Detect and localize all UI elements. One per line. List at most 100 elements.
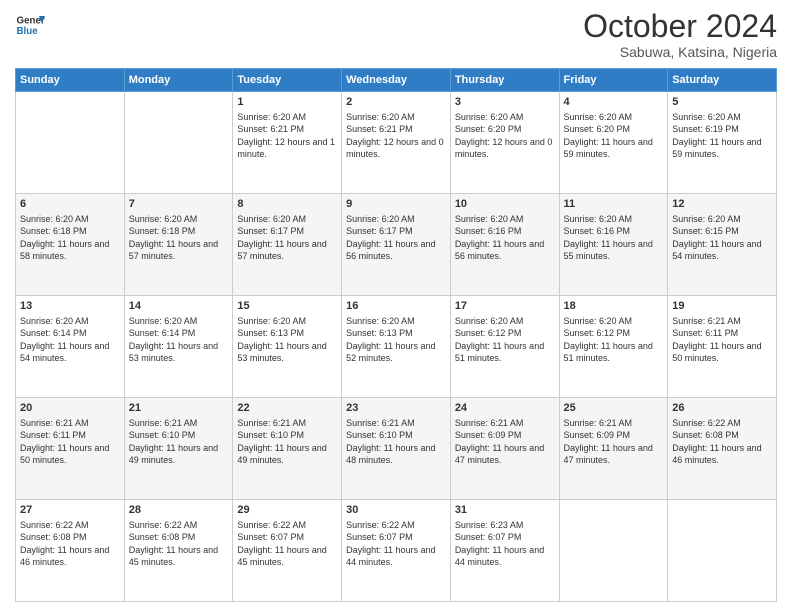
- calendar-row: 27 Sunrise: 6:22 AM Sunset: 6:08 PM Dayli…: [16, 500, 777, 602]
- table-row: 13Sunrise: 6:20 AM Sunset: 6:14 PM Dayli…: [16, 296, 125, 398]
- day-number: 19: [672, 299, 772, 313]
- day-info: Sunrise: 6:20 AM Sunset: 6:21 PM Dayligh…: [346, 111, 446, 160]
- day-number: 28: [129, 503, 229, 517]
- day-number: 1: [237, 95, 337, 109]
- table-row: 30 Sunrise: 6:22 AM Sunset: 6:07 PM Dayli…: [342, 500, 451, 602]
- day-number: 14: [129, 299, 229, 313]
- table-row: [668, 500, 777, 602]
- day-number: 23: [346, 401, 446, 415]
- day-info: Sunrise: 6:21 AM Sunset: 6:09 PM Dayligh…: [564, 417, 664, 466]
- day-number: 9: [346, 197, 446, 211]
- table-row: 14 Sunrise: 6:20 AM Sunset: 6:14 PM Dayli…: [124, 296, 233, 398]
- col-monday: Monday: [124, 69, 233, 92]
- day-info: Sunrise: 6:21 AM Sunset: 6:11 PM Dayligh…: [20, 417, 120, 466]
- day-info: Sunrise: 6:20 AM Sunset: 6:15 PM Dayligh…: [672, 213, 772, 262]
- table-row: 12 Sunrise: 6:20 AM Sunset: 6:15 PM Dayli…: [668, 194, 777, 296]
- table-row: 3 Sunrise: 6:20 AM Sunset: 6:20 PM Daylig…: [450, 92, 559, 194]
- day-number: 24: [455, 401, 555, 415]
- day-info: Sunrise: 6:20 AM Sunset: 6:20 PM Dayligh…: [564, 111, 664, 160]
- table-row: 20 Sunrise: 6:21 AM Sunset: 6:11 PM Dayli…: [16, 398, 125, 500]
- page: General Blue October 2024 Sabuwa, Katsin…: [0, 0, 792, 612]
- table-row: 17 Sunrise: 6:20 AM Sunset: 6:12 PM Dayli…: [450, 296, 559, 398]
- day-number: 25: [564, 401, 664, 415]
- day-number: 17: [455, 299, 555, 313]
- col-thursday: Thursday: [450, 69, 559, 92]
- svg-text:Blue: Blue: [17, 26, 39, 37]
- calendar-row: 20 Sunrise: 6:21 AM Sunset: 6:11 PM Dayli…: [16, 398, 777, 500]
- day-info: Sunrise: 6:22 AM Sunset: 6:07 PM Dayligh…: [346, 519, 446, 568]
- day-info: Sunrise: 6:20 AM Sunset: 6:20 PM Dayligh…: [455, 111, 555, 160]
- calendar-row: 13Sunrise: 6:20 AM Sunset: 6:14 PM Dayli…: [16, 296, 777, 398]
- day-number: 6: [20, 197, 120, 211]
- day-info: Sunrise: 6:22 AM Sunset: 6:08 PM Dayligh…: [672, 417, 772, 466]
- day-info: Sunrise: 6:20 AM Sunset: 6:14 PM Dayligh…: [129, 315, 229, 364]
- day-info: Sunrise: 6:21 AM Sunset: 6:11 PM Dayligh…: [672, 315, 772, 364]
- table-row: 27 Sunrise: 6:22 AM Sunset: 6:08 PM Dayli…: [16, 500, 125, 602]
- table-row: 2 Sunrise: 6:20 AM Sunset: 6:21 PM Daylig…: [342, 92, 451, 194]
- title-block: October 2024 Sabuwa, Katsina, Nigeria: [583, 10, 777, 60]
- day-number: 4: [564, 95, 664, 109]
- day-number: 12: [672, 197, 772, 211]
- table-row: 28 Sunrise: 6:22 AM Sunset: 6:08 PM Dayli…: [124, 500, 233, 602]
- col-friday: Friday: [559, 69, 668, 92]
- table-row: [16, 92, 125, 194]
- day-number: 30: [346, 503, 446, 517]
- day-info: Sunrise: 6:21 AM Sunset: 6:10 PM Dayligh…: [129, 417, 229, 466]
- calendar-row: 6 Sunrise: 6:20 AM Sunset: 6:18 PM Daylig…: [16, 194, 777, 296]
- table-row: 4 Sunrise: 6:20 AM Sunset: 6:20 PM Daylig…: [559, 92, 668, 194]
- table-row: 11Sunrise: 6:20 AM Sunset: 6:16 PM Dayli…: [559, 194, 668, 296]
- calendar-row: 1 Sunrise: 6:20 AM Sunset: 6:21 PM Daylig…: [16, 92, 777, 194]
- day-number: 27: [20, 503, 120, 517]
- col-sunday: Sunday: [16, 69, 125, 92]
- day-info: Sunrise: 6:21 AM Sunset: 6:10 PM Dayligh…: [346, 417, 446, 466]
- table-row: 5 Sunrise: 6:20 AM Sunset: 6:19 PM Daylig…: [668, 92, 777, 194]
- month-title: October 2024: [583, 10, 777, 42]
- day-info: Sunrise: 6:22 AM Sunset: 6:07 PM Dayligh…: [237, 519, 337, 568]
- table-row: 22Sunrise: 6:21 AM Sunset: 6:10 PM Dayli…: [233, 398, 342, 500]
- header: General Blue October 2024 Sabuwa, Katsin…: [15, 10, 777, 60]
- day-info: Sunrise: 6:20 AM Sunset: 6:12 PM Dayligh…: [564, 315, 664, 364]
- day-info: Sunrise: 6:20 AM Sunset: 6:18 PM Dayligh…: [129, 213, 229, 262]
- day-info: Sunrise: 6:21 AM Sunset: 6:09 PM Dayligh…: [455, 417, 555, 466]
- table-row: 21Sunrise: 6:21 AM Sunset: 6:10 PM Dayli…: [124, 398, 233, 500]
- day-info: Sunrise: 6:20 AM Sunset: 6:14 PM Dayligh…: [20, 315, 120, 364]
- table-row: 18 Sunrise: 6:20 AM Sunset: 6:12 PM Dayli…: [559, 296, 668, 398]
- table-row: 16 Sunrise: 6:20 AM Sunset: 6:13 PM Dayli…: [342, 296, 451, 398]
- day-info: Sunrise: 6:22 AM Sunset: 6:08 PM Dayligh…: [129, 519, 229, 568]
- col-wednesday: Wednesday: [342, 69, 451, 92]
- day-info: Sunrise: 6:20 AM Sunset: 6:13 PM Dayligh…: [346, 315, 446, 364]
- day-info: Sunrise: 6:20 AM Sunset: 6:12 PM Dayligh…: [455, 315, 555, 364]
- day-info: Sunrise: 6:20 AM Sunset: 6:18 PM Dayligh…: [20, 213, 120, 262]
- day-info: Sunrise: 6:20 AM Sunset: 6:19 PM Dayligh…: [672, 111, 772, 160]
- table-row: 10Sunrise: 6:20 AM Sunset: 6:16 PM Dayli…: [450, 194, 559, 296]
- table-row: 24 Sunrise: 6:21 AM Sunset: 6:09 PM Dayli…: [450, 398, 559, 500]
- day-number: 22: [237, 401, 337, 415]
- day-number: 26: [672, 401, 772, 415]
- day-info: Sunrise: 6:20 AM Sunset: 6:17 PM Dayligh…: [346, 213, 446, 262]
- table-row: 7 Sunrise: 6:20 AM Sunset: 6:18 PM Daylig…: [124, 194, 233, 296]
- table-row: 19 Sunrise: 6:21 AM Sunset: 6:11 PM Dayli…: [668, 296, 777, 398]
- day-info: Sunrise: 6:20 AM Sunset: 6:13 PM Dayligh…: [237, 315, 337, 364]
- table-row: [559, 500, 668, 602]
- day-info: Sunrise: 6:20 AM Sunset: 6:21 PM Dayligh…: [237, 111, 337, 160]
- logo-icon: General Blue: [15, 10, 45, 40]
- day-number: 2: [346, 95, 446, 109]
- table-row: 6 Sunrise: 6:20 AM Sunset: 6:18 PM Daylig…: [16, 194, 125, 296]
- table-row: 1 Sunrise: 6:20 AM Sunset: 6:21 PM Daylig…: [233, 92, 342, 194]
- table-row: 15Sunrise: 6:20 AM Sunset: 6:13 PM Dayli…: [233, 296, 342, 398]
- day-number: 3: [455, 95, 555, 109]
- location-title: Sabuwa, Katsina, Nigeria: [583, 44, 777, 60]
- day-info: Sunrise: 6:20 AM Sunset: 6:17 PM Dayligh…: [237, 213, 337, 262]
- day-number: 16: [346, 299, 446, 313]
- day-number: 7: [129, 197, 229, 211]
- day-info: Sunrise: 6:20 AM Sunset: 6:16 PM Dayligh…: [455, 213, 555, 262]
- day-number: 5: [672, 95, 772, 109]
- col-tuesday: Tuesday: [233, 69, 342, 92]
- day-number: 20: [20, 401, 120, 415]
- day-number: 18: [564, 299, 664, 313]
- day-number: 29: [237, 503, 337, 517]
- day-info: Sunrise: 6:23 AM Sunset: 6:07 PM Dayligh…: [455, 519, 555, 568]
- table-row: 31 Sunrise: 6:23 AM Sunset: 6:07 PM Dayli…: [450, 500, 559, 602]
- day-info: Sunrise: 6:22 AM Sunset: 6:08 PM Dayligh…: [20, 519, 120, 568]
- day-number: 31: [455, 503, 555, 517]
